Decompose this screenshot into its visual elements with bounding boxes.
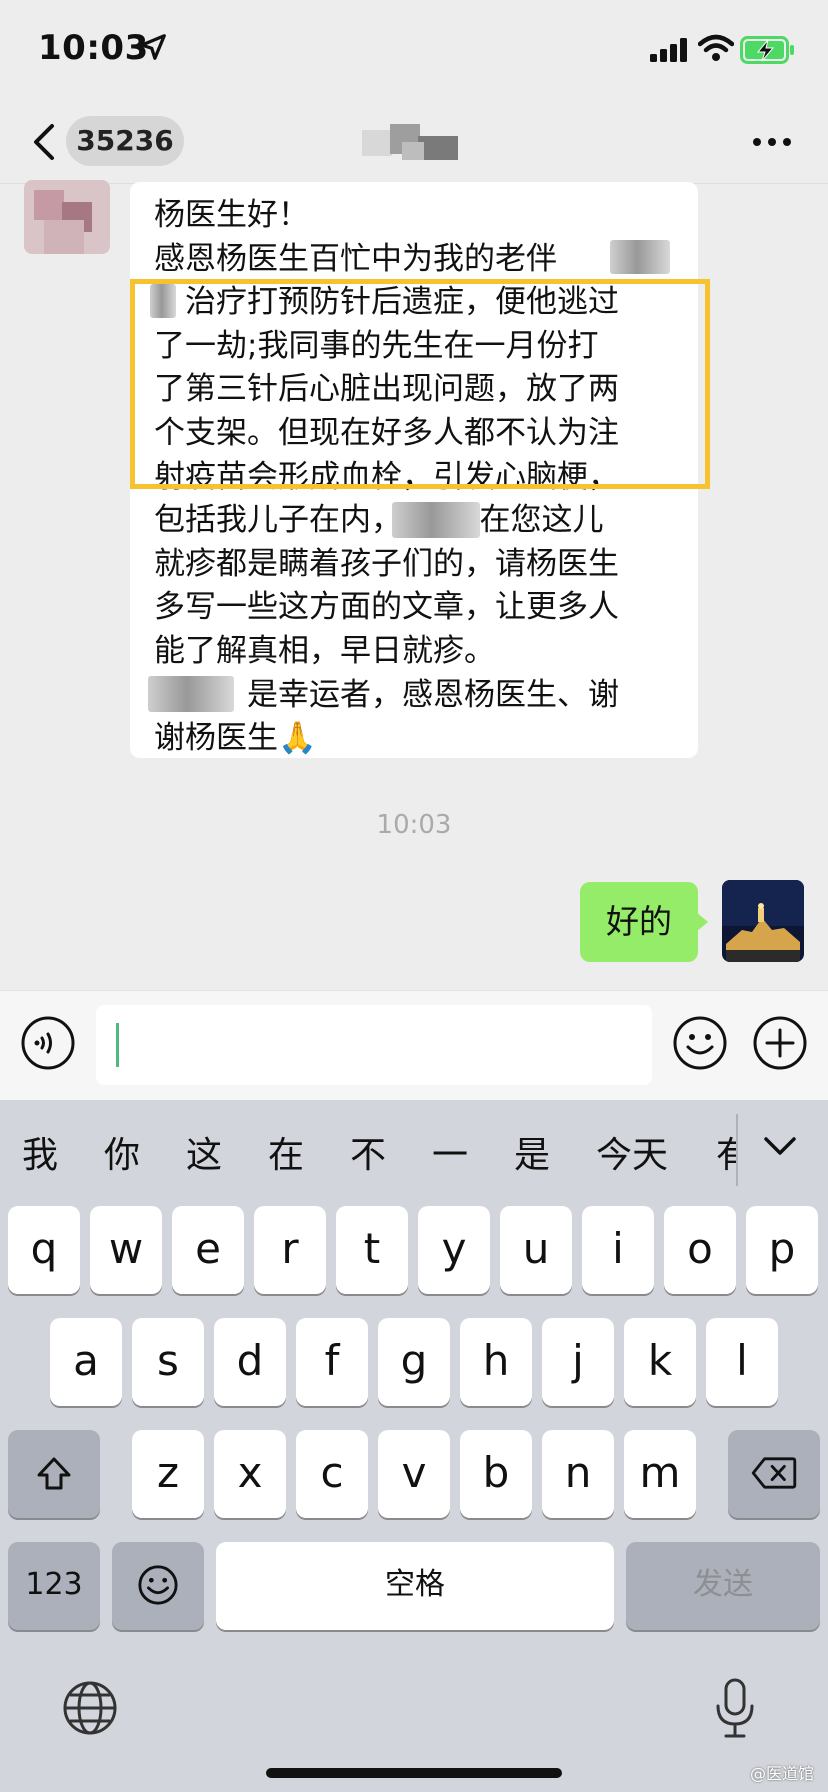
- candidate-word[interactable]: 在: [268, 1126, 304, 1178]
- candidate-word[interactable]: 是: [514, 1126, 550, 1178]
- key-x[interactable]: x: [214, 1430, 286, 1518]
- signal-icon: [650, 38, 687, 62]
- unread-count-badge[interactable]: 35236: [66, 116, 184, 166]
- outgoing-bubble-tail: [696, 912, 708, 932]
- wifi-icon: [698, 34, 734, 61]
- microphone-icon[interactable]: [714, 1678, 756, 1740]
- key-d[interactable]: d: [214, 1318, 286, 1406]
- more-dots-icon[interactable]: [752, 136, 792, 148]
- key-i[interactable]: i: [582, 1206, 654, 1294]
- key-k[interactable]: k: [624, 1318, 696, 1406]
- candidate-bar: 我 你 这 在 不 一 是 今天 有: [0, 1100, 828, 1200]
- redacted-name: [392, 502, 480, 538]
- emoji-icon[interactable]: [672, 1015, 728, 1071]
- shift-key[interactable]: [8, 1430, 100, 1518]
- ios-keyboard: 我 你 这 在 不 一 是 今天 有 q w e r t y u i o p a…: [0, 1100, 828, 1792]
- message-timestamp: 10:03: [376, 810, 452, 840]
- key-p[interactable]: p: [746, 1206, 818, 1294]
- emoji-keyboard-icon: [138, 1565, 178, 1605]
- key-u[interactable]: u: [500, 1206, 572, 1294]
- plus-icon[interactable]: [752, 1015, 808, 1071]
- backspace-key[interactable]: [728, 1430, 820, 1518]
- redacted-name: [150, 284, 176, 318]
- chat-nav-bar: 35236: [0, 100, 828, 184]
- key-z[interactable]: z: [132, 1430, 204, 1518]
- key-a[interactable]: a: [50, 1318, 122, 1406]
- redacted-name: [148, 676, 234, 712]
- key-s[interactable]: s: [132, 1318, 204, 1406]
- key-g[interactable]: g: [378, 1318, 450, 1406]
- key-b[interactable]: b: [460, 1430, 532, 1518]
- key-m[interactable]: m: [624, 1430, 696, 1518]
- incoming-message-text: 杨医生好！ 感恩杨医生百忙中为我的老伴 治疗打预防针后遗症，便他逃过 了一劫;我…: [154, 197, 619, 757]
- candidate-word[interactable]: 你: [104, 1126, 140, 1178]
- message-input[interactable]: [96, 1005, 652, 1085]
- key-e[interactable]: e: [172, 1206, 244, 1294]
- space-key[interactable]: 空格: [216, 1542, 614, 1630]
- backspace-icon: [751, 1457, 797, 1489]
- send-key[interactable]: 发送: [626, 1542, 820, 1630]
- globe-icon[interactable]: [62, 1680, 118, 1736]
- chevron-down-icon[interactable]: [762, 1134, 798, 1158]
- shift-arrow-icon: [37, 1457, 71, 1490]
- watermark-text: @医道馆: [750, 1764, 815, 1783]
- candidate-word[interactable]: 有: [716, 1126, 736, 1178]
- key-n[interactable]: n: [542, 1430, 614, 1518]
- candidate-divider: [736, 1114, 738, 1186]
- redacted-name: [610, 240, 670, 274]
- contact-avatar[interactable]: [24, 180, 110, 254]
- key-f[interactable]: f: [296, 1318, 368, 1406]
- candidate-word[interactable]: 一: [432, 1126, 468, 1178]
- incoming-message-bubble[interactable]: 杨医生好！ 感恩杨医生百忙中为我的老伴 治疗打预防针后遗症，便他逃过 了一劫;我…: [130, 182, 698, 758]
- emoji-keyboard-key[interactable]: [112, 1542, 204, 1630]
- chat-title-redacted: [362, 124, 458, 160]
- candidate-word[interactable]: 这: [186, 1126, 222, 1178]
- status-bar: 10:03: [0, 0, 828, 100]
- home-indicator[interactable]: [266, 1768, 562, 1778]
- voice-input-icon[interactable]: [20, 1015, 76, 1071]
- key-h[interactable]: h: [460, 1318, 532, 1406]
- key-y[interactable]: y: [418, 1206, 490, 1294]
- key-v[interactable]: v: [378, 1430, 450, 1518]
- key-r[interactable]: r: [254, 1206, 326, 1294]
- message-input-bar: [0, 990, 828, 1100]
- key-c[interactable]: c: [296, 1430, 368, 1518]
- numbers-key[interactable]: 123: [8, 1542, 100, 1630]
- key-w[interactable]: w: [90, 1206, 162, 1294]
- key-j[interactable]: j: [542, 1318, 614, 1406]
- text-caret: [116, 1023, 119, 1067]
- my-avatar[interactable]: [722, 880, 804, 962]
- key-o[interactable]: o: [664, 1206, 736, 1294]
- outgoing-message-bubble[interactable]: 好的: [580, 882, 698, 962]
- candidate-word[interactable]: 我: [22, 1126, 58, 1178]
- location-arrow-icon: [140, 34, 166, 60]
- key-l[interactable]: l: [706, 1318, 778, 1406]
- back-chevron-icon[interactable]: [30, 122, 56, 162]
- key-t[interactable]: t: [336, 1206, 408, 1294]
- candidate-word[interactable]: 今天: [596, 1126, 668, 1178]
- status-time: 10:03: [38, 28, 149, 68]
- candidate-word[interactable]: 不: [350, 1126, 386, 1178]
- battery-charging-icon: [740, 36, 794, 64]
- key-q[interactable]: q: [8, 1206, 80, 1294]
